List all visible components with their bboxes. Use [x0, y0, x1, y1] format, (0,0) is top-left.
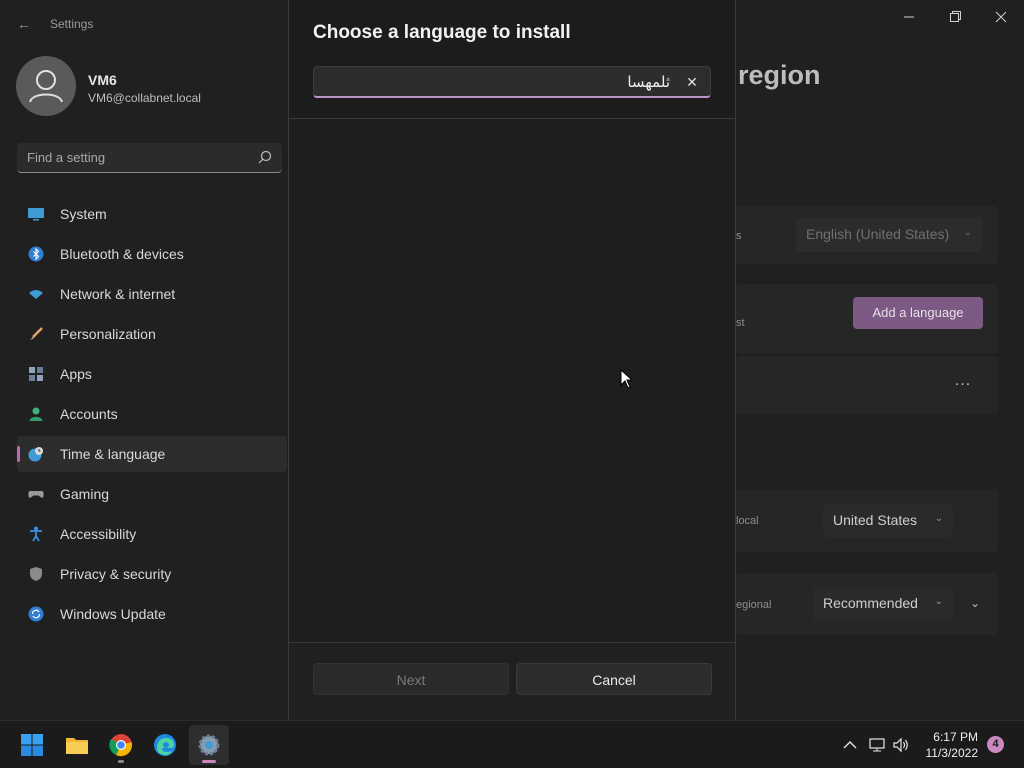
running-indicator	[118, 760, 124, 763]
person-icon	[29, 407, 43, 421]
accessibility-icon	[30, 526, 42, 542]
sidebar-item-label: Accessibility	[60, 526, 137, 542]
sidebar-item-accounts[interactable]: Accounts	[17, 396, 287, 432]
sidebar-item-label: Bluetooth & devices	[60, 246, 184, 262]
expand-chevron-icon[interactable]: ⌄	[964, 592, 986, 614]
display-language-dropdown[interactable]: English (United States) ⌄	[796, 218, 982, 252]
taskbar-settings[interactable]	[189, 725, 229, 765]
regional-format-card: egional Recommended ⌄	[736, 573, 998, 635]
language-search-input[interactable]	[322, 71, 670, 93]
update-icon	[28, 606, 44, 622]
sidebar-item-windows-update[interactable]: Windows Update	[17, 596, 287, 632]
clock-time[interactable]: 6:17 PM	[928, 730, 978, 744]
country-dropdown[interactable]: United States ⌄	[823, 504, 953, 538]
dialog-footer: Next Cancel	[289, 642, 735, 720]
sidebar-item-label: Gaming	[60, 486, 110, 502]
avatar[interactable]	[16, 56, 76, 116]
apps-icon	[29, 367, 43, 381]
active-indicator	[17, 446, 20, 462]
sidebar-item-privacy[interactable]: Privacy & security	[17, 556, 287, 592]
user-name: VM6	[88, 72, 117, 88]
chevron-down-icon: ⌄	[934, 596, 943, 607]
file-explorer-icon	[66, 738, 88, 754]
network-icon[interactable]	[868, 736, 886, 754]
minimize-button[interactable]	[895, 8, 923, 26]
settings-icon	[198, 734, 220, 756]
country-region-card: local United States ⌄	[736, 490, 998, 552]
display-language-card: s English (United States) ⌄	[736, 206, 998, 264]
chevron-up-icon[interactable]	[841, 736, 859, 754]
sidebar-item-apps[interactable]: Apps	[17, 356, 287, 392]
chevron-down-icon: ⌄	[934, 513, 943, 524]
add-language-button[interactable]: Add a language	[853, 297, 983, 329]
gamepad-icon	[28, 491, 44, 498]
taskbar: 6:17 PM 11/3/2022 4	[0, 720, 1024, 768]
globe-clock-icon	[28, 447, 43, 462]
regional-format-value: Recommended	[823, 595, 918, 611]
close-window-button[interactable]	[987, 8, 1015, 26]
display-language-label: s	[736, 230, 742, 242]
country-value: United States	[833, 512, 918, 528]
clock-date[interactable]: 11/3/2022	[920, 746, 979, 760]
clear-search-icon[interactable]: ✕	[684, 73, 700, 91]
sidebar-item-label: Accounts	[60, 406, 118, 422]
monitor-icon	[28, 208, 44, 221]
sidebar-item-system[interactable]: System	[17, 196, 287, 232]
active-app-indicator	[202, 760, 216, 763]
sidebar-item-label: Windows Update	[60, 606, 166, 622]
chrome-icon	[109, 734, 132, 757]
find-setting-placeholder: Find a setting	[27, 150, 106, 165]
volume-icon[interactable]	[892, 736, 910, 754]
wifi-icon	[29, 290, 43, 299]
cancel-button[interactable]: Cancel	[516, 663, 712, 695]
sidebar-item-network[interactable]: Network & internet	[17, 276, 287, 312]
edge-icon	[154, 734, 176, 756]
next-button[interactable]: Next	[313, 663, 509, 695]
sidebar-item-label: Personalization	[60, 326, 156, 342]
language-search-box[interactable]: ✕	[313, 66, 711, 98]
mouse-cursor-icon	[620, 369, 634, 389]
taskbar-file-explorer[interactable]	[57, 725, 97, 765]
country-label: local	[736, 515, 759, 527]
display-language-value: English (United States)	[806, 226, 950, 242]
taskbar-edge[interactable]	[145, 725, 185, 765]
sidebar-item-time-language[interactable]: Time & language	[17, 436, 287, 472]
sidebar-item-label: Network & internet	[60, 286, 176, 302]
sidebar-item-gaming[interactable]: Gaming	[17, 476, 287, 512]
sidebar-item-label: Time & language	[60, 446, 166, 462]
bluetooth-icon	[28, 246, 44, 262]
page-title: region	[738, 60, 821, 90]
start-icon	[21, 734, 43, 756]
sidebar-item-bluetooth[interactable]: Bluetooth & devices	[17, 236, 287, 272]
restore-button[interactable]	[941, 8, 969, 26]
start-button[interactable]	[12, 725, 52, 765]
person-avatar-icon	[29, 70, 63, 103]
search-icon	[258, 150, 272, 164]
preferred-languages-label: st	[736, 317, 745, 329]
dialog-title: Choose a language to install	[313, 22, 571, 43]
sidebar-item-label: Privacy & security	[60, 566, 172, 582]
find-setting-input[interactable]: Find a setting	[17, 143, 282, 173]
choose-language-dialog: Choose a language to install ✕ Next Canc…	[288, 0, 736, 720]
sidebar-item-label: System	[60, 206, 107, 222]
sidebar-item-label: Apps	[60, 366, 92, 382]
shield-icon	[30, 567, 42, 581]
brush-icon	[30, 327, 43, 340]
language-results-list[interactable]	[289, 119, 735, 642]
app-title: Settings	[50, 17, 94, 31]
regional-format-label: egional	[736, 599, 772, 611]
notification-badge[interactable]: 4	[987, 736, 1004, 753]
user-email: VM6@collabnet.local	[88, 91, 201, 105]
chevron-down-icon: ⌄	[963, 227, 972, 238]
regional-format-dropdown[interactable]: Recommended ⌄	[813, 587, 953, 621]
sidebar-item-accessibility[interactable]: Accessibility	[17, 516, 287, 552]
sidebar-item-personalization[interactable]: Personalization	[17, 316, 287, 352]
more-options-icon[interactable]: ...	[951, 373, 975, 391]
back-arrow-icon[interactable]: ←	[14, 14, 34, 34]
taskbar-chrome[interactable]	[101, 725, 141, 765]
